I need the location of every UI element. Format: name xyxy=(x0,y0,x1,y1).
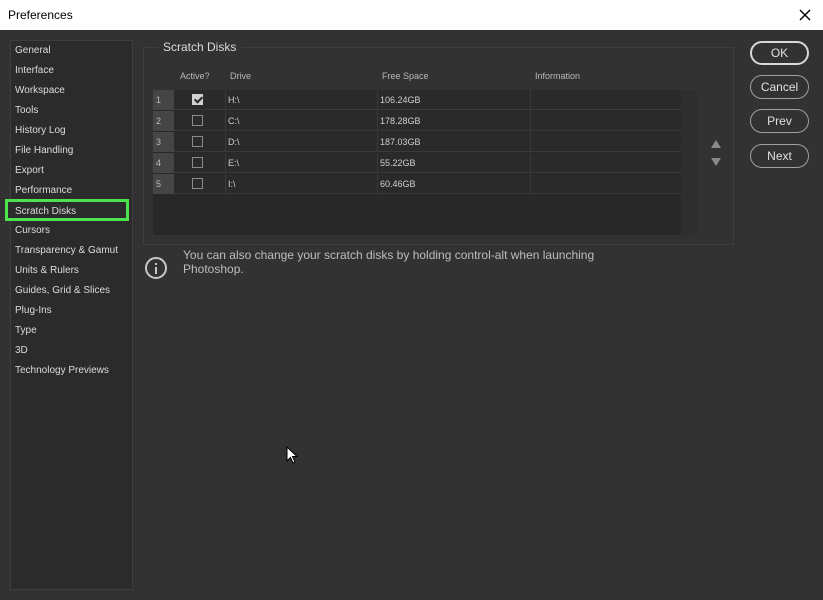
sidebar-item-plug-ins[interactable]: Plug-Ins xyxy=(15,301,129,321)
column-divider xyxy=(377,111,378,131)
sidebar-item-technology-previews[interactable]: Technology Previews xyxy=(15,361,129,381)
drive-cell: H:\ xyxy=(228,95,240,105)
info-message: You can also change your scratch disks b… xyxy=(183,248,595,276)
sidebar-item-label: General xyxy=(15,45,51,56)
active-checkbox[interactable] xyxy=(192,157,203,168)
column-divider xyxy=(530,132,531,152)
free-space-cell: 60.46GB xyxy=(380,179,416,189)
drive-cell: C:\ xyxy=(228,116,240,126)
row-number: 2 xyxy=(153,111,174,131)
sidebar-item-general[interactable]: General xyxy=(15,41,129,61)
column-divider xyxy=(377,153,378,173)
column-divider xyxy=(377,132,378,152)
drive-cell: D:\ xyxy=(228,137,240,147)
column-divider xyxy=(225,174,226,194)
column-divider xyxy=(225,132,226,152)
active-checkbox[interactable] xyxy=(192,178,203,189)
row-number: 1 xyxy=(153,90,174,110)
sidebar-item-type[interactable]: Type xyxy=(15,321,129,341)
sidebar-item-label: Workspace xyxy=(15,85,65,96)
column-header-free-space: Free Space xyxy=(382,71,429,81)
column-header-information: Information xyxy=(535,71,581,81)
sidebar-item-label: Units & Rulers xyxy=(15,265,79,276)
sidebar-item-performance[interactable]: Performance xyxy=(15,181,129,201)
free-space-cell: 178.28GB xyxy=(380,116,421,126)
sidebar-item-label: Interface xyxy=(15,65,54,76)
active-checkbox[interactable] xyxy=(192,94,203,105)
sidebar-item-guides-grid-slices[interactable]: Guides, Grid & Slices xyxy=(15,281,129,301)
title-bar: Preferences xyxy=(0,0,823,30)
next-button[interactable]: Next xyxy=(750,144,809,168)
window-title: Preferences xyxy=(8,8,73,22)
column-divider xyxy=(530,174,531,194)
free-space-cell: 106.24GB xyxy=(380,95,421,105)
preferences-sidebar: General Interface Workspace Tools Histor… xyxy=(5,40,133,590)
table-scrollbar[interactable] xyxy=(681,90,697,235)
sidebar-item-units-rulers[interactable]: Units & Rulers xyxy=(15,261,129,281)
cancel-button[interactable]: Cancel xyxy=(750,75,809,99)
table-row[interactable]: 5 I:\ 60.46GB xyxy=(153,174,681,194)
sidebar-item-label: Technology Previews xyxy=(15,365,109,376)
free-space-cell: 187.03GB xyxy=(380,137,421,147)
drive-cell: E:\ xyxy=(228,158,240,168)
table-row[interactable]: 2 C:\ 178.28GB xyxy=(153,111,681,131)
scratch-disks-table: 1 H:\ 106.24GB 2 C:\ 178.28GB 3 D:\ 187.… xyxy=(153,90,697,235)
ok-button[interactable]: OK xyxy=(750,41,809,65)
free-space-cell: 55.22GB xyxy=(380,158,416,168)
sidebar-item-tools[interactable]: Tools xyxy=(15,101,129,121)
sidebar-item-label: Plug-Ins xyxy=(15,305,52,316)
move-up-arrow-icon[interactable] xyxy=(711,140,721,148)
table-row[interactable]: 4 E:\ 55.22GB xyxy=(153,153,681,173)
prev-button[interactable]: Prev xyxy=(750,109,809,133)
sidebar-item-label: Export xyxy=(15,165,44,176)
sidebar-item-cursors[interactable]: Cursors xyxy=(15,221,129,241)
column-divider xyxy=(225,111,226,131)
info-icon xyxy=(145,257,167,279)
column-divider xyxy=(530,111,531,131)
column-divider xyxy=(377,90,378,110)
sidebar-item-label: 3D xyxy=(15,345,28,356)
sidebar-item-export[interactable]: Export xyxy=(15,161,129,181)
row-number: 5 xyxy=(153,174,174,194)
sidebar-item-history-log[interactable]: History Log xyxy=(15,121,129,141)
active-checkbox[interactable] xyxy=(192,136,203,147)
column-divider xyxy=(377,174,378,194)
sidebar-item-label: History Log xyxy=(15,125,66,136)
sidebar-item-workspace[interactable]: Workspace xyxy=(15,81,129,101)
sidebar-item-label: Transparency & Gamut xyxy=(15,245,119,256)
sidebar-item-interface[interactable]: Interface xyxy=(15,61,129,81)
move-down-arrow-icon[interactable] xyxy=(711,158,721,166)
active-checkbox[interactable] xyxy=(192,115,203,126)
sidebar-item-label: Guides, Grid & Slices xyxy=(15,285,111,296)
table-row[interactable]: 3 D:\ 187.03GB xyxy=(153,132,681,152)
sidebar-item-scratch-disks[interactable]: Scratch Disks xyxy=(5,199,129,221)
sidebar-item-3d[interactable]: 3D xyxy=(15,341,129,361)
sidebar-item-label: Tools xyxy=(15,105,39,116)
column-divider xyxy=(530,153,531,173)
column-header-active: Active? xyxy=(180,71,210,81)
column-divider xyxy=(530,90,531,110)
sidebar-item-label: Type xyxy=(15,325,37,336)
sidebar-item-file-handling[interactable]: File Handling xyxy=(15,141,129,161)
table-row[interactable]: 1 H:\ 106.24GB xyxy=(153,90,681,110)
scratch-disks-title: Scratch Disks xyxy=(158,40,242,54)
row-number: 4 xyxy=(153,153,174,173)
close-icon[interactable] xyxy=(787,0,823,30)
drive-cell: I:\ xyxy=(228,179,236,189)
sidebar-item-label: Cursors xyxy=(15,225,51,236)
sidebar-item-label: Scratch Disks xyxy=(15,206,77,217)
column-header-drive: Drive xyxy=(230,71,252,81)
sidebar-item-label: File Handling xyxy=(15,145,74,156)
column-divider xyxy=(225,153,226,173)
mouse-cursor-icon xyxy=(286,445,299,469)
sidebar-item-transparency-gamut[interactable]: Transparency & Gamut xyxy=(15,241,129,261)
column-divider xyxy=(225,90,226,110)
sidebar-item-label: Performance xyxy=(15,185,73,196)
row-number: 3 xyxy=(153,132,174,152)
